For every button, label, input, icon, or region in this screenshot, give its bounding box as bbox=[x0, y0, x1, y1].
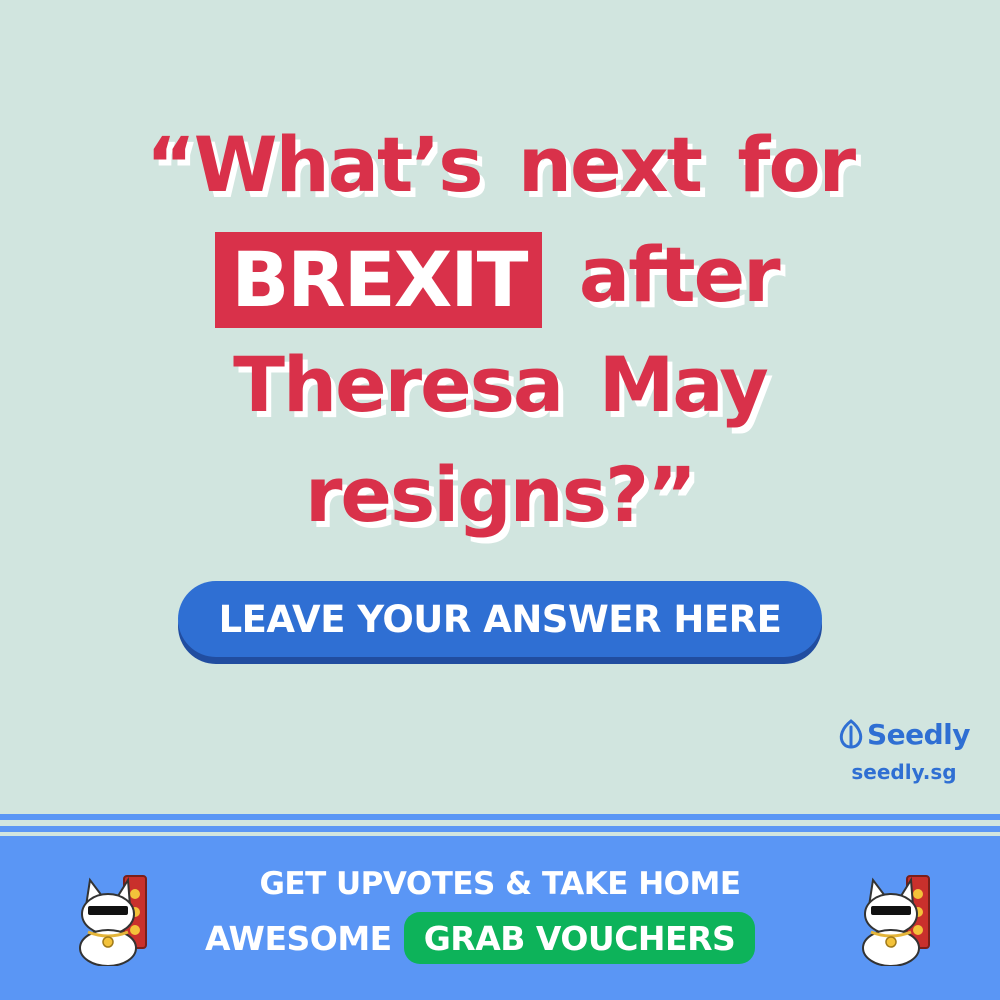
grab-vouchers-label: GRAB VOUCHERS bbox=[423, 918, 736, 958]
headline-line-2: BREXIT after bbox=[0, 220, 1000, 330]
seedly-leaf-icon bbox=[839, 719, 863, 749]
headline-word-for: for bbox=[737, 120, 856, 209]
seedly-logo-text: Seedly bbox=[866, 717, 971, 751]
footer-stripe-top bbox=[0, 814, 1000, 820]
headline-word-resigns: resigns?” bbox=[304, 450, 697, 539]
headline: “What’s next for BREXIT after Theresa Ma… bbox=[0, 110, 1000, 550]
headline-word-after: after bbox=[578, 230, 781, 319]
seedly-logo: Seedly bbox=[836, 712, 972, 756]
leave-answer-label: LEAVE YOUR ANSWER HERE bbox=[218, 597, 782, 641]
footer-line-2: AWESOME GRAB VOUCHERS bbox=[205, 912, 756, 964]
seedly-promo-card: “What’s next for BREXIT after Theresa Ma… bbox=[0, 0, 1000, 1000]
lucky-cat-icon bbox=[862, 875, 930, 966]
footer-awesome-text: AWESOME bbox=[205, 918, 392, 958]
headline-line-4: resigns?” bbox=[0, 440, 1000, 550]
headline-line-3: Theresa May bbox=[0, 330, 1000, 440]
headline-word-may: May bbox=[598, 340, 769, 429]
footer-upvotes-text: GET UPVOTES & TAKE HOME bbox=[259, 866, 741, 902]
footer-stripe-middle bbox=[0, 826, 1000, 832]
brexit-highlight: BREXIT bbox=[215, 232, 543, 328]
leave-answer-button[interactable]: LEAVE YOUR ANSWER HERE bbox=[178, 581, 822, 657]
headline-word-brexit: BREXIT bbox=[231, 235, 528, 324]
seedly-brand[interactable]: Seedly seedly.sg bbox=[836, 712, 972, 784]
headline-word-next: next bbox=[517, 120, 703, 209]
seedly-url[interactable]: seedly.sg bbox=[836, 760, 972, 784]
footer-banner: GET UPVOTES & TAKE HOME AWESOME GRAB VOU… bbox=[0, 836, 1000, 1000]
grab-vouchers-button[interactable]: GRAB VOUCHERS bbox=[403, 912, 756, 964]
headline-word-theresa: Theresa bbox=[233, 340, 564, 429]
headline-line-1: “What’s next for bbox=[0, 110, 1000, 220]
headline-word-whats: “What’s bbox=[145, 120, 484, 209]
